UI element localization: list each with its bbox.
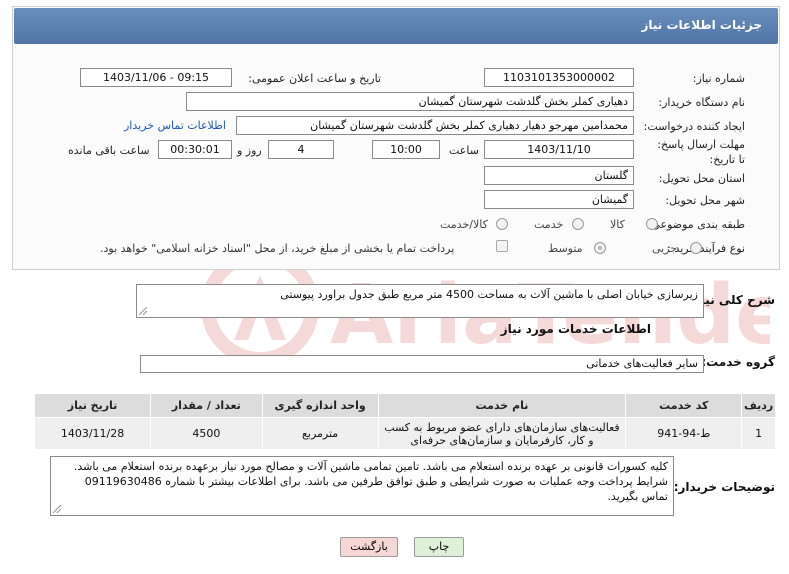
process-radio-medium[interactable] [594, 242, 606, 254]
deadline-date-field: 1403/11/10 [484, 140, 634, 159]
table-header-row: ردیف کد خدمت نام خدمت واحد اندازه گیری ت… [33, 393, 776, 418]
creator-field: محمدامین مهرجو دهیار دهیاری کملر بخش گلد… [236, 116, 634, 135]
category-radio-service[interactable] [572, 218, 584, 230]
service-group-label: گروه خدمت: [701, 355, 775, 369]
col-code: کد خدمت [625, 393, 743, 418]
col-qty: تعداد / مقدار [150, 393, 263, 418]
announce-date-field: 1403/11/06 - 09:15 [80, 68, 232, 87]
buyer-org-label: نام دستگاه خریدار: [658, 96, 745, 109]
services-table: ردیف کد خدمت نام خدمت واحد اندازه گیری ت… [33, 393, 776, 450]
category-option-goods-service: کالا/خدمت [440, 218, 488, 231]
city-label: شهر محل تحویل: [665, 194, 745, 207]
treasury-payment-note: پرداخت تمام یا بخشی از مبلغ خرید، از محل… [100, 242, 455, 255]
buyer-notes-textarea: کلیه کسورات قانونی بر عهده برنده استعلام… [50, 456, 674, 516]
panel-header: جزئیات اطلاعات نیاز [14, 8, 778, 44]
category-radio-goods[interactable] [646, 218, 658, 230]
buyer-contact-link[interactable]: اطلاعات تماس خریدار [124, 119, 226, 132]
resize-grip-icon [53, 505, 61, 513]
remaining-time-label: ساعت باقی مانده [68, 144, 150, 157]
buyer-notes-text: کلیه کسورات قانونی بر عهده برنده استعلام… [73, 460, 668, 503]
cell-qty: 4500 [150, 417, 263, 450]
deadline-time-field: 10:00 [372, 140, 440, 159]
category-radio-goods-service[interactable] [496, 218, 508, 230]
service-group-field: سایر فعالیت‌های خدماتی [140, 355, 704, 373]
category-option-service: خدمت [534, 218, 564, 231]
process-option-medium: متوسط [548, 242, 583, 255]
remaining-days-field: 4 [268, 140, 334, 159]
need-number-label: شماره نیاز: [692, 72, 745, 85]
description-text: زیرسازی خیابان اصلی با ماشین آلات به مسا… [280, 288, 698, 301]
category-label: طبقه بندی موضوعی: [647, 218, 745, 231]
process-option-minor: جزیی [652, 242, 678, 255]
col-date: تاریخ نیاز [33, 393, 152, 418]
days-label: روز و [237, 144, 262, 157]
col-unit: واحد اندازه گیری [261, 393, 379, 418]
process-radio-minor[interactable] [690, 242, 702, 254]
cell-row: 1 [741, 417, 776, 450]
creator-label: ایجاد کننده درخواست: [643, 120, 745, 133]
cell-date: 1403/11/28 [33, 417, 152, 450]
print-button[interactable]: چاپ [414, 537, 464, 557]
cell-code: ط-94-941 [625, 417, 743, 450]
cell-unit: مترمربع [261, 417, 379, 450]
cell-name: فعالیت‌های سازمان‌های دارای عضو مربوط به… [377, 417, 627, 450]
buyer-org-field: دهیاری کملر بخش گلدشت شهرستان گمیشان [186, 92, 634, 111]
need-number-field: 1103101353000002 [484, 68, 634, 87]
remaining-time-field: 00:30:01 [158, 140, 232, 159]
back-button[interactable]: بازگشت [340, 537, 398, 557]
services-section-title: اطلاعات خدمات مورد نیاز [500, 322, 651, 336]
resize-grip-icon [139, 307, 147, 315]
province-label: استان محل تحویل: [658, 172, 745, 185]
deadline-time-label: ساعت [449, 144, 479, 157]
deadline-label: مهلت ارسال پاسخ: تا تاریخ: [657, 138, 745, 166]
process-label: نوع فرآیند خرید : [667, 242, 745, 255]
treasury-payment-checkbox[interactable] [496, 240, 508, 252]
description-textarea: زیرسازی خیابان اصلی با ماشین آلات به مسا… [136, 284, 704, 318]
panel-title: جزئیات اطلاعات نیاز [641, 18, 762, 32]
city-field: گمیشان [484, 190, 634, 209]
category-option-goods: کالا [610, 218, 625, 231]
buyer-notes-label: توضیحات خریدار: [673, 480, 775, 494]
col-name: نام خدمت [377, 393, 627, 418]
table-row: 1 ط-94-941 فعالیت‌های سازمان‌های دارای ع… [33, 417, 776, 450]
col-row: ردیف [741, 393, 776, 418]
announce-date-label: تاریخ و ساعت اعلان عمومی: [248, 72, 381, 85]
province-field: گلستان [484, 166, 634, 185]
